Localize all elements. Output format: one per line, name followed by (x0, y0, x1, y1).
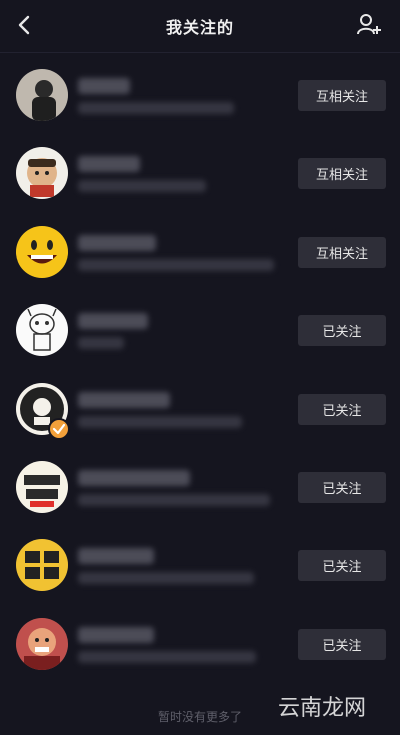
list-item[interactable]: 已关注 (0, 370, 400, 448)
following-button[interactable]: 已关注 (298, 315, 386, 346)
list-item[interactable]: 已关注 (0, 291, 400, 369)
blurred-username (78, 235, 156, 251)
avatar[interactable] (16, 304, 68, 356)
blurred-username (78, 392, 170, 408)
blurred-description (78, 180, 206, 192)
following-button[interactable]: 已关注 (298, 394, 386, 425)
blurred-username (78, 470, 190, 486)
avatar-photo-icon (16, 69, 68, 121)
blurred-description (78, 337, 124, 349)
avatar[interactable] (16, 69, 68, 121)
text-logo-icon (16, 539, 68, 591)
list-item[interactable]: 已关注 (0, 605, 400, 683)
page-title: 我关注的 (165, 18, 234, 37)
blurred-description (78, 494, 270, 506)
blurred-username (78, 627, 154, 643)
cartoon-sketch-icon (16, 304, 68, 356)
blurred-description (78, 572, 254, 584)
list-item[interactable]: 已关注 (0, 448, 400, 526)
watermark: 云南龙网 (277, 696, 366, 721)
blurred-description (78, 416, 242, 428)
avatar[interactable] (16, 461, 68, 513)
text-logo-icon (16, 461, 68, 513)
following-button[interactable]: 已关注 (298, 550, 386, 581)
blurred-username (78, 313, 148, 329)
add-user-icon[interactable] (356, 12, 382, 38)
avatar[interactable] (16, 618, 68, 670)
smiley-face-icon (16, 226, 68, 278)
verified-badge-icon (48, 418, 70, 440)
mutual-follow-button[interactable]: 互相关注 (298, 237, 386, 268)
list-item[interactable]: 互相关注 (0, 213, 400, 291)
mutual-follow-button[interactable]: 互相关注 (298, 158, 386, 189)
avatar[interactable] (16, 226, 68, 278)
cartoon-face-icon (16, 618, 68, 670)
following-button[interactable]: 已关注 (298, 472, 386, 503)
blurred-description (78, 102, 234, 114)
list-item[interactable]: 已关注 (0, 526, 400, 604)
list-item[interactable]: 互相关注 (0, 56, 400, 134)
mutual-follow-button[interactable]: 互相关注 (298, 80, 386, 111)
back-arrow-icon[interactable] (14, 12, 36, 38)
top-bar: 我关注的 (0, 0, 400, 53)
blurred-username (78, 548, 154, 564)
blurred-username (78, 78, 130, 94)
blurred-description (78, 651, 256, 663)
blurred-description (78, 259, 274, 271)
avatar[interactable] (16, 147, 68, 199)
avatar[interactable] (16, 539, 68, 591)
blurred-username (78, 156, 140, 172)
avatar-photo-icon (16, 147, 68, 199)
list-item[interactable]: 互相关注 (0, 134, 400, 212)
following-button[interactable]: 已关注 (298, 629, 386, 660)
